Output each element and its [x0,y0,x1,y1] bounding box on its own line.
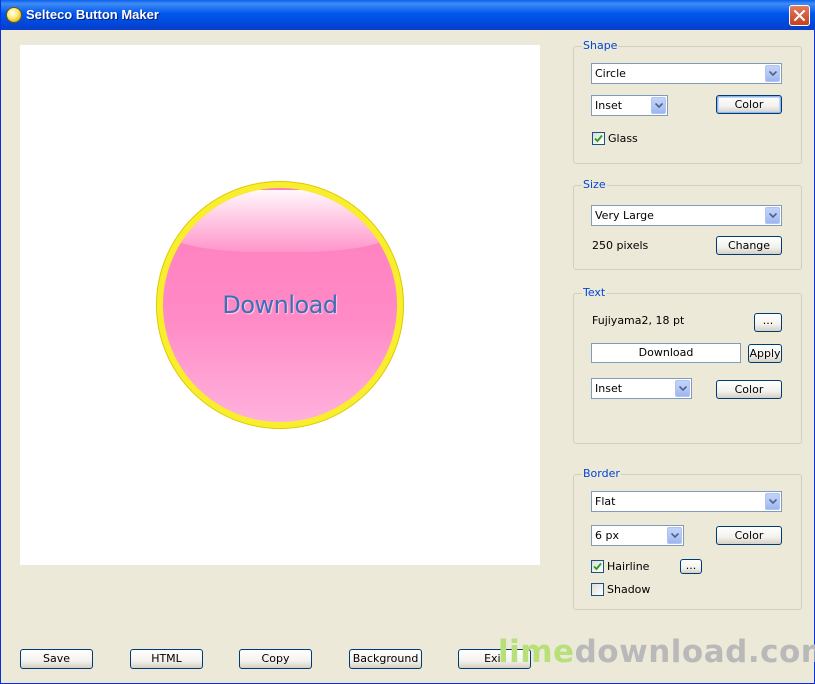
chevron-down-icon[interactable] [667,527,682,544]
window-title: Selteco Button Maker [26,7,159,22]
text-legend: Text [582,286,607,299]
close-icon [794,10,805,21]
chevron-down-icon[interactable] [651,97,666,114]
title-bar[interactable]: Selteco Button Maker [1,0,815,30]
chevron-down-icon[interactable] [765,207,780,224]
border-color-button[interactable]: Color [716,526,782,545]
shape-style-select[interactable]: Inset [591,95,668,116]
border-width-value: 6 px [595,529,619,542]
chevron-down-icon[interactable] [765,65,780,82]
app-icon[interactable] [6,7,22,23]
shadow-label[interactable]: Shadow [607,583,650,596]
watermark-part2: download.com [574,634,815,670]
text-color-button[interactable]: Color [716,380,782,399]
checkmark-icon [593,562,602,571]
font-picker-button[interactable]: ... [754,313,782,332]
button-preview: Download [156,181,404,429]
glass-label[interactable]: Glass [608,132,638,145]
button-preview-label: Download [222,291,338,319]
shape-select-value: Circle [595,67,626,80]
text-style-value: Inset [595,382,623,395]
glass-checkbox[interactable] [592,132,605,145]
background-button[interactable]: Background [349,649,422,669]
close-button[interactable] [789,5,810,26]
shape-legend: Shape [582,39,619,52]
shape-select[interactable]: Circle [591,63,782,84]
watermark: limedownload.com [498,634,815,670]
font-info-text: Fujiyama2, 18 pt [592,314,685,327]
border-legend: Border [582,467,621,480]
text-style-select[interactable]: Inset [591,378,692,399]
button-text-input[interactable]: Download [591,343,741,363]
size-pixels-text: 250 pixels [592,239,649,252]
size-legend: Size [582,178,607,191]
border-style-select[interactable]: Flat [591,491,782,512]
glass-highlight [165,190,395,252]
app-window: Selteco Button Maker Download Shape Circ… [0,0,815,684]
watermark-part1: lime [498,634,575,670]
shadow-checkbox[interactable] [591,583,604,596]
html-button[interactable]: HTML [130,649,203,669]
size-select-value: Very Large [595,209,654,222]
button-preview-fill: Download [163,188,397,422]
border-width-select[interactable]: 6 px [591,525,684,546]
preview-canvas: Download [20,45,540,565]
checkmark-icon [594,134,603,143]
size-change-button[interactable]: Change [716,236,782,255]
hairline-checkbox[interactable] [591,560,604,573]
copy-button[interactable]: Copy [239,649,312,669]
size-group: Size [573,178,802,270]
hairline-options-button[interactable]: ... [680,559,702,574]
shape-color-button[interactable]: Color [716,95,782,114]
apply-text-button[interactable]: Apply [748,344,782,363]
chevron-down-icon[interactable] [765,493,780,510]
shape-style-value: Inset [595,99,623,112]
chevron-down-icon[interactable] [675,380,690,397]
hairline-label[interactable]: Hairline [607,560,649,573]
border-style-value: Flat [595,495,616,508]
size-select[interactable]: Very Large [591,205,782,226]
save-button[interactable]: Save [20,649,93,669]
